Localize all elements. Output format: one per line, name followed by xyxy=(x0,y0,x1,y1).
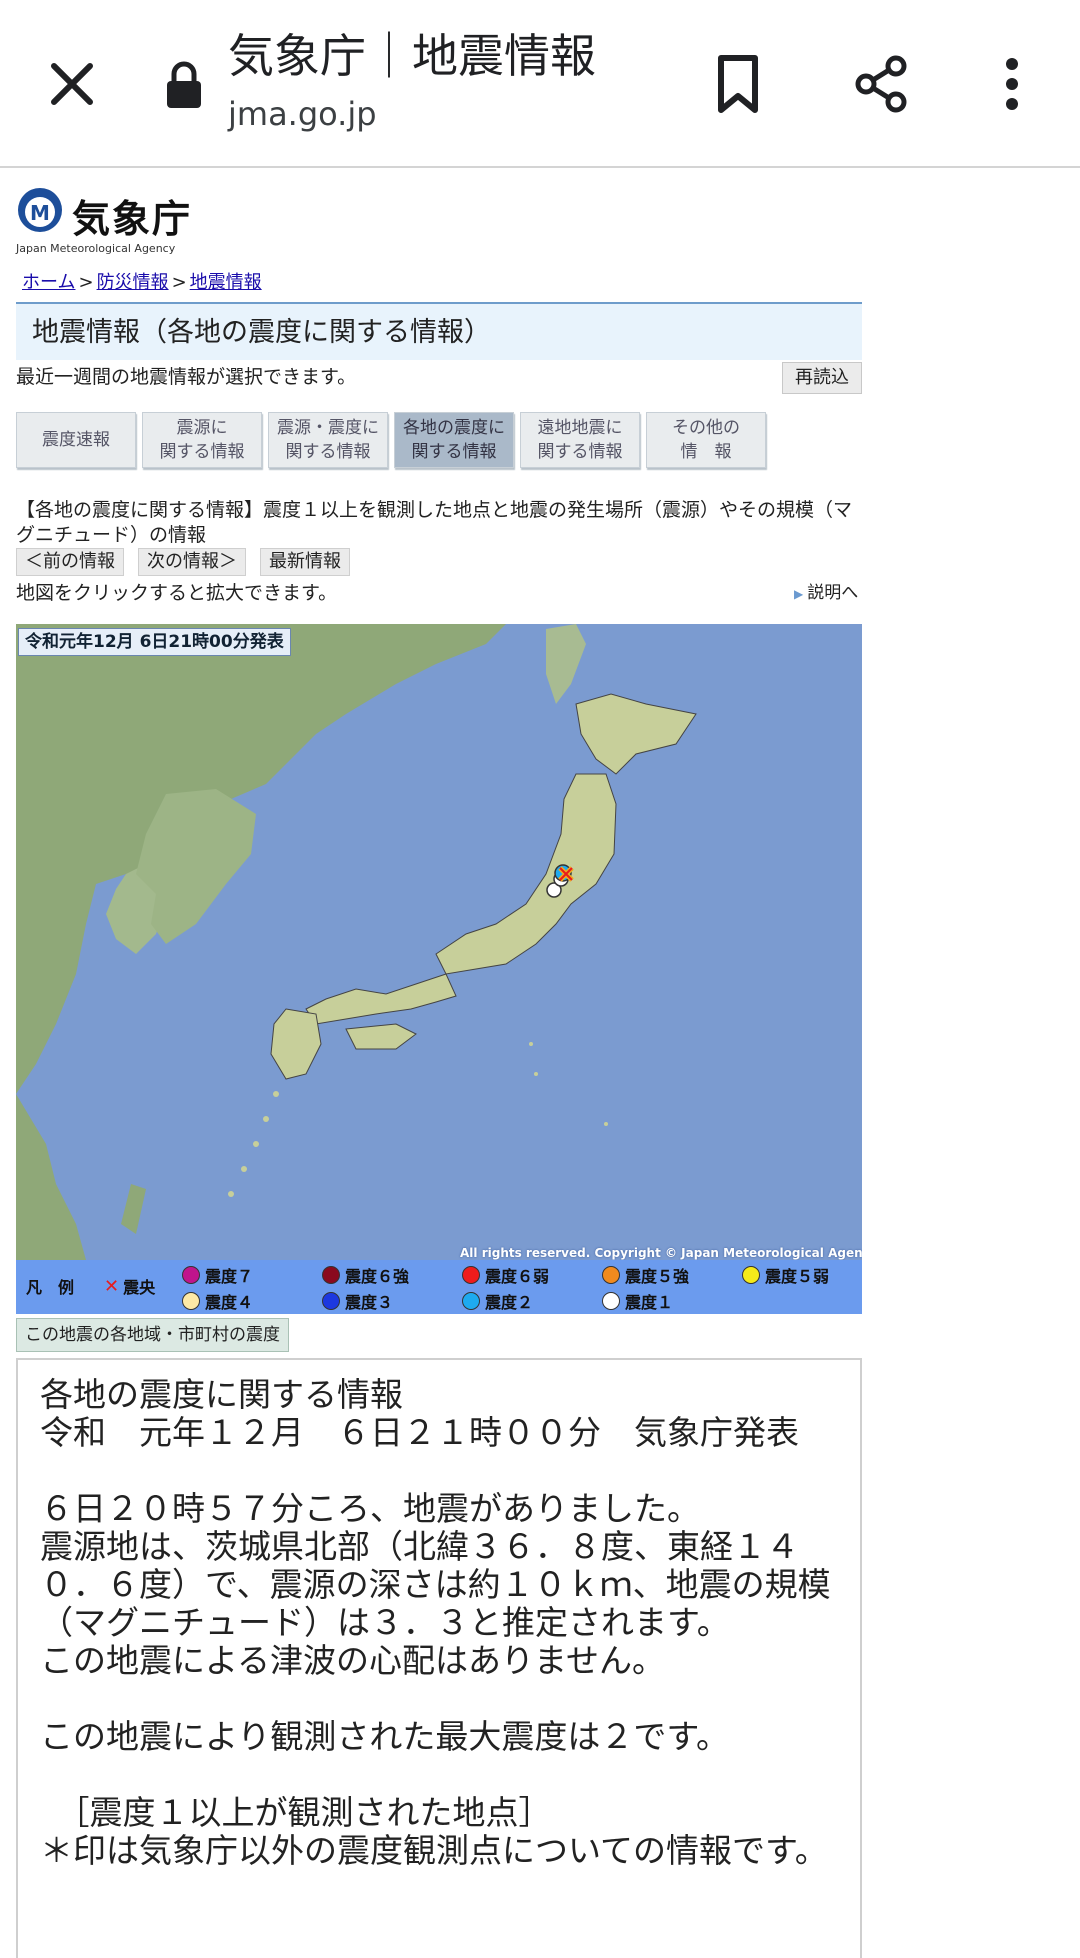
report-line: 令和 元年１２月 ６日２１時００分 気象庁発表 xyxy=(40,1413,799,1452)
zoom-note: 地図をクリックすると拡大できます。 xyxy=(16,582,338,604)
prev-info-button[interactable]: ＜前の情報 xyxy=(16,548,124,576)
legend-shindo-5-weak: 震度５弱 xyxy=(742,1263,829,1287)
report-line: 震源地は、茨城県北部（北緯３６．８度、東経１４０．６度）で、震源の深さは約１０ｋ… xyxy=(40,1527,831,1642)
logo-text: 気象庁 xyxy=(72,197,193,241)
report-line xyxy=(40,1680,838,1718)
report-line: この地震により観測された最大震度は２です。 xyxy=(40,1717,730,1756)
map-legend: 凡 例 ✕ 震央 震度７ 震度６強 震度６弱 震度５強 震度５弱 震度４ 震度３ … xyxy=(16,1260,862,1314)
jma-logo-icon: M xyxy=(18,188,62,232)
close-icon[interactable] xyxy=(32,44,112,124)
share-icon[interactable] xyxy=(842,44,922,124)
report-line: ＊印は気象庁以外の震度観測点についての情報です。 xyxy=(40,1831,828,1870)
page-heading: 地震情報（各地の震度に関する情報） xyxy=(16,302,862,360)
tab-distant-quake-info[interactable]: 遠地地震に 関する情報 xyxy=(520,412,640,468)
arrow-right-icon: ▶ xyxy=(794,587,804,601)
svg-text:M: M xyxy=(30,201,50,225)
legend-shindo-4: 震度４ xyxy=(182,1289,253,1313)
report-line xyxy=(40,1452,838,1490)
jma-logo[interactable]: M 気象庁 Japan Meteorological Agency xyxy=(16,182,216,255)
tab-regional-intensity-info[interactable]: 各地の震度に 関する情報 xyxy=(394,412,514,468)
legend-shindo-7: 震度７ xyxy=(182,1263,253,1287)
more-vert-icon[interactable] xyxy=(972,44,1052,124)
report-line: 各地の震度に関する情報 xyxy=(40,1375,403,1414)
tab-intensity-flash[interactable]: 震度速報 xyxy=(16,412,136,468)
map-copyright: All rights reserved. Copyright © Japan M… xyxy=(460,1246,862,1260)
intro-text: 最近一週間の地震情報が選択できます。 xyxy=(16,366,357,388)
report-line: ［震度１以上が観測された地点］ xyxy=(40,1793,552,1832)
browser-toolbar: 気象庁｜地震情報 jma.go.jp xyxy=(0,0,1080,168)
breadcrumb: ホーム > 防災情報 > 地震情報 xyxy=(22,272,262,293)
issued-time-stamp: 令和元年12月 6日21時00分発表 xyxy=(18,628,291,656)
region-intensity-tab[interactable]: この地震の各地域・市町村の震度 xyxy=(16,1318,289,1352)
epicenter-icon: ✕ xyxy=(104,1275,120,1297)
latest-info-button[interactable]: 最新情報 xyxy=(260,548,350,576)
breadcrumb-quake-info[interactable]: 地震情報 xyxy=(190,272,262,293)
logo-subtitle: Japan Meteorological Agency xyxy=(16,242,176,255)
lock-icon xyxy=(164,60,204,110)
quake-map[interactable]: 令和元年12月 6日21時00分発表 All rights reserved. … xyxy=(16,624,862,1314)
breadcrumb-home[interactable]: ホーム xyxy=(22,272,75,293)
report-line: ６日２０時５７分ころ、地震がありました。 xyxy=(40,1489,700,1528)
legend-shindo-3: 震度３ xyxy=(322,1289,393,1313)
info-description: 【各地の震度に関する情報】震度１以上を観測した地点と地震の発生場所（震源）やその… xyxy=(16,499,853,546)
bookmark-icon[interactable] xyxy=(698,44,778,124)
reload-button[interactable]: 再読込 xyxy=(782,362,862,394)
intensity-report: 各地の震度に関する情報 令和 元年１２月 ６日２１時００分 気象庁発表 ６日２０… xyxy=(16,1358,862,1958)
legend-shindo-2: 震度２ xyxy=(462,1289,533,1313)
tab-hypocenter-intensity-info[interactable]: 震源・震度に 関する情報 xyxy=(268,412,388,468)
legend-title: 凡 例 xyxy=(26,1278,75,1297)
report-line xyxy=(40,1756,838,1794)
map-image xyxy=(16,624,862,1314)
legend-shindo-1: 震度１ xyxy=(602,1289,673,1313)
info-tabs: 震度速報 震源に 関する情報 震源・震度に 関する情報 各地の震度に 関する情報… xyxy=(16,412,776,468)
next-info-button[interactable]: 次の情報＞ xyxy=(138,548,246,576)
breadcrumb-disaster-info[interactable]: 防災情報 xyxy=(97,272,169,293)
explain-link[interactable]: ▶ 説明へ xyxy=(794,578,858,603)
legend-shindo-6-weak: 震度６弱 xyxy=(462,1263,549,1287)
legend-epicenter: ✕ 震央 xyxy=(104,1275,156,1298)
report-line: この地震による津波の心配はありません。 xyxy=(40,1641,666,1680)
page-url[interactable]: jma.go.jp xyxy=(228,94,377,134)
legend-shindo-5-strong: 震度５強 xyxy=(602,1263,689,1287)
tab-other-info[interactable]: その他の 情 報 xyxy=(646,412,766,468)
tab-hypocenter-info[interactable]: 震源に 関する情報 xyxy=(142,412,262,468)
legend-shindo-6-strong: 震度６強 xyxy=(322,1263,409,1287)
page-title: 気象庁｜地震情報 xyxy=(228,29,596,83)
